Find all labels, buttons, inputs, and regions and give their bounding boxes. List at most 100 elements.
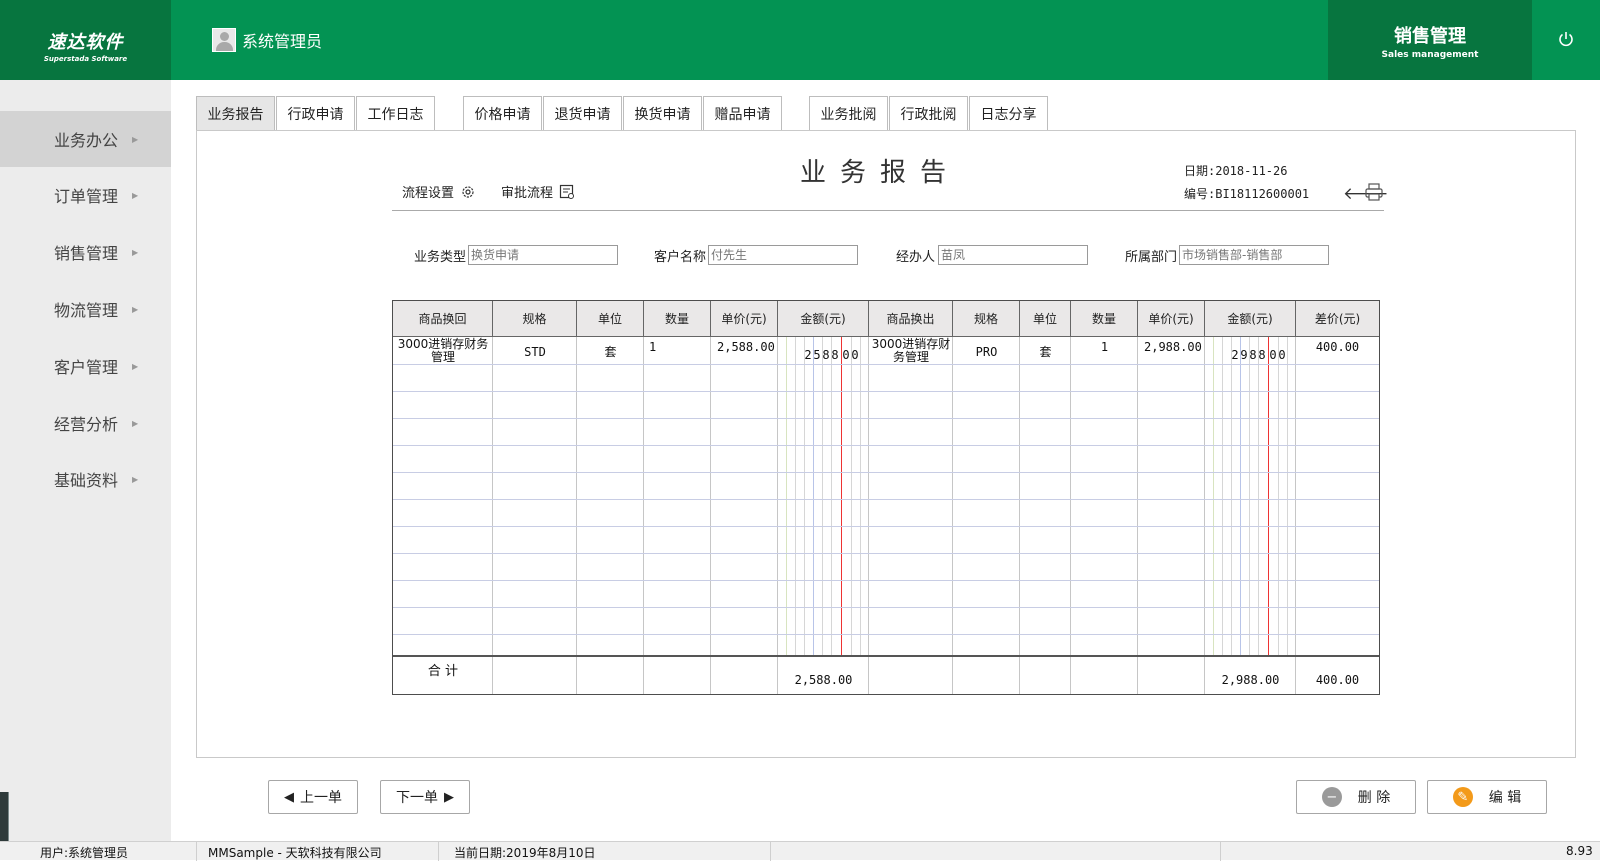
table-cell-out-price[interactable]: 2,988.00 — [1144, 340, 1202, 354]
previous-button-label: 上一单 — [300, 790, 342, 806]
table-cell-out-qty[interactable]: 1 — [1071, 340, 1138, 354]
table-cell-in-product[interactable]: 3000进销存财务管理 — [395, 338, 491, 364]
sidebar-item-logistics[interactable]: 物流管理 ▶ — [0, 281, 171, 337]
tab-log-share[interactable]: 日志分享 — [969, 96, 1048, 130]
total-diff: 400.00 — [1315, 673, 1360, 687]
sidebar-item-orders[interactable]: 订单管理 ▶ — [0, 167, 171, 223]
previous-button[interactable]: ◀ 上一单 — [268, 780, 358, 814]
next-button-label: 下一单 — [396, 790, 438, 806]
table-cell-in-spec[interactable]: STD — [493, 345, 577, 359]
status-company: MMSample - 天软科技有限公司 — [208, 846, 382, 860]
tab-price-request[interactable]: 价格申请 — [463, 96, 542, 130]
column-header: 数量 — [1071, 301, 1138, 337]
handler-field[interactable]: 苗凤 — [938, 245, 1088, 265]
brand-logo: 速达软件 Superstada Software — [0, 0, 171, 80]
edit-button[interactable]: ✎ 编 辑 — [1427, 780, 1547, 814]
minus-icon: − — [1321, 787, 1342, 807]
chevron-right-icon: ▶ — [132, 418, 139, 428]
sidebar-item-label: 基础资料 — [54, 471, 119, 490]
exchange-items-table: 商品换回 规格 单位 数量 单价(元) 金额(元) 商品换出 规格 单位 数量 … — [392, 300, 1380, 695]
sidebar-item-label: 物流管理 — [54, 301, 119, 320]
top-header: 速达软件 Superstada Software 系统管理员 销售管理 Sale… — [0, 0, 1600, 80]
next-button[interactable]: 下一单 ▶ — [380, 780, 470, 814]
handler-label: 经办人 — [896, 250, 936, 265]
column-header: 单位 — [1020, 301, 1071, 337]
column-header: 数量 — [644, 301, 711, 337]
tab-return-request[interactable]: 退货申请 — [543, 96, 622, 130]
tab-exchange-request[interactable]: 换货申请 — [623, 96, 702, 130]
table-cell-out-product[interactable]: 3000进销存财务管理 — [871, 338, 951, 364]
delete-button[interactable]: − 删 除 — [1296, 780, 1416, 814]
chevron-right-icon: ▶ — [132, 304, 139, 314]
sidebar-item-label: 订单管理 — [54, 187, 119, 206]
sidebar-item-label: 客户管理 — [54, 358, 119, 377]
power-icon[interactable] — [1556, 30, 1576, 50]
sidebar-item-label: 经营分析 — [54, 415, 119, 434]
column-header: 单价(元) — [711, 301, 778, 337]
table-cell-diff[interactable]: 400.00 — [1296, 340, 1379, 354]
business-type-label: 业务类型 — [414, 250, 467, 265]
brand-name: 速达软件 — [47, 32, 124, 53]
document-flow-icon — [559, 184, 575, 199]
department-field[interactable]: 市场销售部-销售部 — [1179, 245, 1329, 265]
document-date: 日期:2018-11-26 — [1184, 164, 1288, 178]
column-header: 商品换出 — [869, 301, 953, 337]
amount-digit: 0 — [851, 348, 859, 362]
tab-admin-request[interactable]: 行政申请 — [276, 96, 355, 130]
business-type-field[interactable]: 换货申请 — [468, 245, 618, 265]
status-date: 当前日期:2019年8月10日 — [454, 846, 596, 860]
sidebar-item-label: 销售管理 — [54, 244, 119, 263]
sidebar: 业务办公 ▶ 订单管理 ▶ 销售管理 ▶ 物流管理 ▶ 客户管理 ▶ 经营分析 ▶ 基础资料… — [0, 80, 171, 841]
flow-settings-button[interactable]: 流程设置 — [402, 182, 476, 201]
tab-admin-review[interactable]: 行政批阅 — [889, 96, 968, 130]
sidebar-item-basic-data[interactable]: 基础资料 ▶ — [0, 451, 171, 507]
edit-button-label: 编 辑 — [1488, 790, 1522, 806]
chevron-right-icon: ▶ — [132, 247, 139, 257]
total-out-amount: 2,988.00 — [1221, 673, 1280, 687]
flow-settings-label: 流程设置 — [402, 186, 455, 201]
table-cell-in-unit[interactable]: 套 — [577, 346, 644, 359]
sidebar-item-business-office[interactable]: 业务办公 ▶ — [0, 111, 171, 167]
approval-flow-label: 审批流程 — [501, 186, 554, 201]
triangle-right-icon: ▶ — [444, 789, 454, 805]
total-label: 合 计 — [427, 664, 459, 679]
current-user: 系统管理员 — [212, 28, 322, 52]
status-bar: 用户:系统管理员 MMSample - 天软科技有限公司 当前日期:2019年8… — [0, 841, 1600, 861]
chevron-right-icon: ▶ — [132, 474, 139, 484]
document-number: 编号:BI18112600001 — [1184, 187, 1310, 201]
column-header: 单位 — [577, 301, 644, 337]
sidebar-item-label: 业务办公 — [54, 131, 119, 150]
sidebar-item-analysis[interactable]: 经营分析 ▶ — [0, 395, 171, 451]
approval-flow-button[interactable]: 审批流程 — [501, 182, 575, 201]
amount-digit: 8 — [831, 348, 839, 362]
tab-work-log[interactable]: 工作日志 — [356, 96, 435, 130]
column-header: 差价(元) — [1296, 301, 1379, 337]
printer-icon[interactable] — [1364, 182, 1384, 202]
total-in-amount: 2,588.00 — [794, 673, 853, 687]
tab-business-review[interactable]: 业务批阅 — [809, 96, 888, 130]
sidebar-item-customers[interactable]: 客户管理 ▶ — [0, 338, 171, 394]
module-subtitle: Sales management — [1381, 50, 1479, 60]
column-header: 规格 — [493, 301, 577, 337]
table-cell-out-unit[interactable]: 套 — [1020, 346, 1071, 359]
table-cell-in-qty[interactable]: 1 — [649, 340, 656, 354]
column-header: 单价(元) — [1138, 301, 1205, 337]
delete-button-label: 删 除 — [1357, 790, 1391, 806]
brand-subtitle: Superstada Software — [43, 55, 128, 63]
table-cell-in-price[interactable]: 2,588.00 — [717, 340, 775, 354]
customer-name-field[interactable]: 付先生 — [708, 245, 858, 265]
customer-name-label: 客户名称 — [654, 250, 707, 265]
department-label: 所属部门 — [1125, 250, 1178, 265]
column-header: 规格 — [953, 301, 1020, 337]
sidebar-item-sales[interactable]: 销售管理 ▶ — [0, 224, 171, 280]
chevron-right-icon: ▶ — [132, 190, 139, 200]
table-cell-out-spec[interactable]: PRO — [953, 345, 1020, 359]
user-name: 系统管理员 — [242, 32, 323, 51]
tab-business-report[interactable]: 业务报告 — [196, 96, 275, 130]
gear-icon — [462, 185, 474, 198]
chevron-right-icon: ▶ — [132, 361, 139, 371]
module-title: 销售管理 — [1394, 26, 1466, 47]
column-header: 金额(元) — [778, 301, 869, 337]
tab-gift-request[interactable]: 赠品申请 — [703, 96, 782, 130]
column-header: 商品换回 — [393, 301, 493, 337]
